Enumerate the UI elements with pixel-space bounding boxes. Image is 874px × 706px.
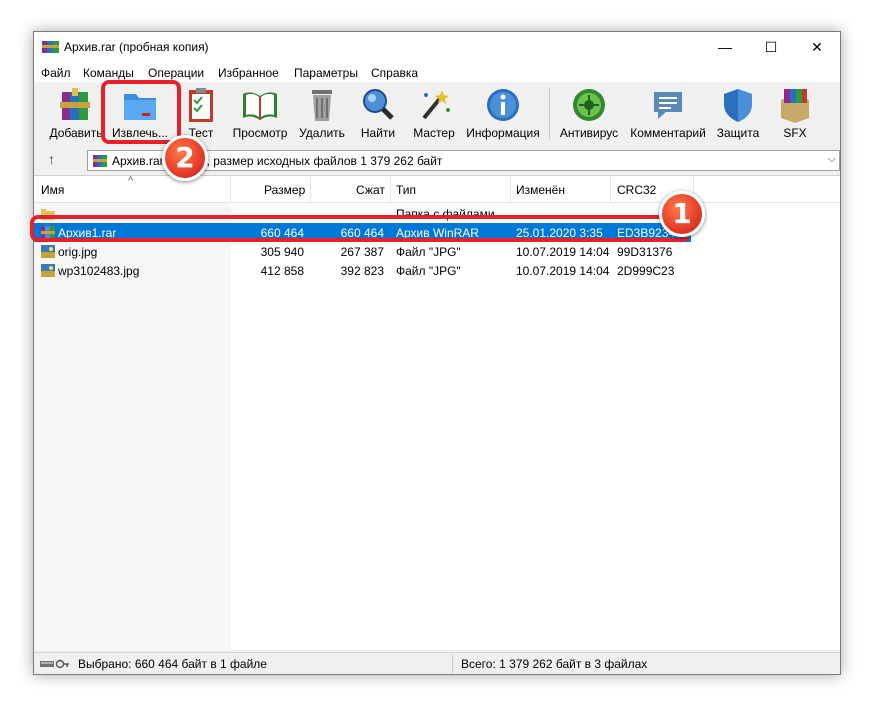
file-list: Имя ^ Размер Сжат Тип Изменён CRC32 .. П… [34, 175, 840, 651]
file-packed: 267 387 [340, 245, 384, 259]
protect-label: Защита [716, 126, 760, 140]
winrar-app-icon [42, 41, 59, 53]
column-modified[interactable]: Изменён [516, 183, 565, 197]
sfx-box-icon [781, 89, 809, 123]
address-bar: ↑ Архив.rar - архив, размер исходных фай… [34, 148, 840, 174]
file-crc: 2D999C23 [617, 264, 675, 278]
shield-icon [724, 89, 752, 122]
menu-file[interactable]: Файл [41, 66, 71, 80]
menu-bar: Файл Команды Операции Избранное Параметр… [34, 62, 840, 82]
add-button[interactable]: Добавить [46, 86, 106, 144]
column-header-row: Имя ^ Размер Сжат Тип Изменён CRC32 [34, 175, 840, 203]
drive-key-icon [40, 659, 69, 669]
menu-commands[interactable]: Команды [83, 66, 134, 80]
status-bar: Выбрано: 660 464 байт в 1 файле Всего: 1… [34, 652, 840, 674]
menu-help[interactable]: Справка [371, 66, 418, 80]
step-badge-2: 2 [162, 135, 208, 181]
window-title: Архив.rar (пробная копия) [64, 40, 209, 54]
column-name[interactable]: Имя [41, 183, 64, 197]
up-arrow-icon[interactable]: ↑ [48, 151, 55, 167]
comment-icon [654, 92, 682, 119]
title-bar: Архив.rar (пробная копия) — ☐ ✕ [34, 32, 840, 62]
column-divider [390, 176, 391, 203]
delete-button[interactable]: Удалить [296, 86, 348, 144]
menu-options[interactable]: Параметры [294, 66, 358, 80]
status-separator [452, 655, 453, 673]
info-label: Информация [466, 126, 540, 140]
file-type: Файл "JPG" [396, 245, 461, 259]
maximize-button[interactable]: ☐ [748, 32, 794, 62]
step-badge-1: 1 [659, 191, 705, 237]
view-label: Просмотр [232, 126, 288, 140]
add-label: Добавить [49, 126, 103, 140]
comment-button[interactable]: Комментарий [628, 86, 708, 144]
column-packed[interactable]: Сжат [356, 183, 385, 197]
book-icon [243, 92, 277, 120]
file-size: 412 858 [260, 264, 304, 278]
find-label: Найти [360, 126, 396, 140]
minimize-button[interactable]: — [702, 32, 748, 62]
table-row[interactable]: orig.jpg 305 940 267 387 Файл "JPG" 10.0… [34, 242, 694, 261]
file-size: 305 940 [260, 245, 304, 259]
file-packed: 392 823 [340, 264, 384, 278]
image-file-icon [41, 245, 55, 258]
table-row[interactable]: wp3102483.jpg 412 858 392 823 Файл "JPG"… [34, 261, 694, 280]
magic-wand-icon [422, 90, 450, 120]
find-button[interactable]: Найти [356, 86, 400, 144]
column-divider [510, 176, 511, 203]
file-crc: 99D31376 [617, 245, 673, 259]
column-type[interactable]: Тип [396, 183, 416, 197]
sfx-label: SFX [783, 126, 807, 140]
trash-icon [312, 90, 332, 121]
column-crc[interactable]: CRC32 [617, 183, 656, 197]
chevron-down-icon[interactable]: ⌵ [828, 153, 836, 166]
view-button[interactable]: Просмотр [230, 86, 290, 144]
info-button[interactable]: Информация [464, 86, 542, 144]
file-modified: 10.07.2019 14:04 [516, 264, 610, 278]
info-icon [487, 89, 519, 121]
sfx-button[interactable]: SFX [770, 86, 820, 144]
comment-label: Комментарий [630, 126, 706, 140]
wizard-label: Мастер [413, 126, 455, 140]
column-divider [610, 176, 611, 203]
column-size[interactable]: Размер [264, 183, 305, 197]
menu-operations[interactable]: Операции [148, 66, 204, 80]
file-name: orig.jpg [58, 245, 98, 259]
file-highlight-frame [30, 215, 690, 242]
antivirus-label: Антивирус [559, 126, 619, 140]
menu-favorites[interactable]: Избранное [218, 66, 279, 80]
wizard-button[interactable]: Мастер [410, 86, 458, 144]
rar-archive-icon [93, 155, 107, 167]
image-file-icon [41, 264, 55, 277]
status-total: Всего: 1 379 262 байт в 3 файлах [461, 657, 648, 671]
close-button[interactable]: ✕ [794, 32, 840, 62]
file-name: wp3102483.jpg [58, 264, 140, 278]
column-divider [310, 176, 311, 203]
protect-button[interactable]: Защита [714, 86, 762, 144]
antivirus-icon [573, 89, 605, 121]
sort-arrow-icon: ^ [128, 175, 134, 187]
column-divider [230, 176, 231, 203]
status-selected: Выбрано: 660 464 байт в 1 файле [78, 657, 267, 671]
file-modified: 10.07.2019 14:04 [516, 245, 610, 259]
toolbar-separator [549, 88, 550, 140]
extract-highlight-frame [101, 80, 181, 144]
antivirus-button[interactable]: Антивирус [556, 86, 622, 144]
magnifier-icon [363, 89, 394, 120]
add-archive-icon [60, 88, 90, 120]
delete-label: Удалить [299, 126, 345, 140]
file-type: Файл "JPG" [396, 264, 461, 278]
clipboard-check-icon [189, 88, 213, 122]
